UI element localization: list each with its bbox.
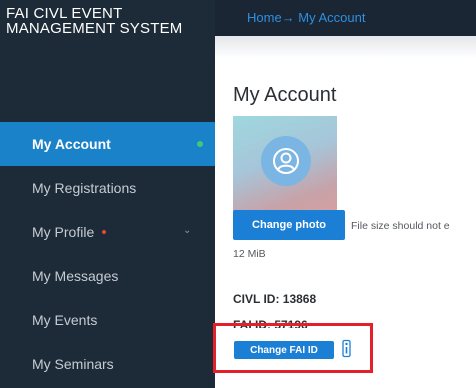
sidebar-item-my-events[interactable]: My Events	[0, 298, 215, 342]
file-size-hint: File size should not e	[351, 220, 450, 232]
breadcrumb[interactable]: Home→ My Account	[247, 10, 366, 25]
sidebar-item-my-account[interactable]: My Account	[0, 122, 215, 166]
file-size-limit: 12 MiB	[233, 248, 266, 260]
page-title: My Account	[233, 84, 337, 106]
sidebar-item-label: My Registrations	[32, 180, 137, 196]
sidebar-item-label: My Account	[32, 136, 111, 152]
change-photo-button[interactable]: Change photo	[233, 210, 345, 240]
top-bar: Home→ My Account	[215, 0, 476, 36]
sidebar: FAI CIVL EVENT MANAGEMENT SYSTEM My Acco…	[0, 0, 215, 388]
change-fai-id-button[interactable]: Change FAI ID	[234, 341, 334, 359]
sidebar-item-label: My Messages	[32, 268, 119, 284]
chevron-down-icon[interactable]: ⌄	[183, 225, 191, 236]
top-bar-shadow	[215, 36, 476, 58]
sidebar-nav: My Account My Registrations My Profile ⌄…	[0, 122, 215, 386]
sidebar-item-my-registrations[interactable]: My Registrations	[0, 166, 215, 210]
sidebar-item-my-messages[interactable]: My Messages	[0, 254, 215, 298]
sidebar-item-label: My Events	[32, 312, 98, 328]
info-icon[interactable]	[339, 339, 355, 359]
sidebar-item-my-seminars[interactable]: My Seminars	[0, 342, 215, 386]
profile-photo	[233, 116, 337, 212]
sidebar-item-label: My Seminars	[32, 356, 114, 372]
fai-id: FAI ID: 57196	[233, 318, 308, 328]
sidebar-item-label: My Profile	[32, 224, 95, 240]
active-indicator-dot	[197, 141, 203, 147]
main-content: My Account Change photo File size should…	[215, 58, 476, 388]
required-indicator-dot	[102, 230, 107, 234]
civl-id: CIVL ID: 13868	[233, 292, 317, 306]
sidebar-item-my-profile[interactable]: My Profile ⌄	[0, 210, 215, 254]
user-icon	[261, 136, 311, 186]
app-title: FAI CIVL EVENT MANAGEMENT SYSTEM	[6, 5, 183, 37]
